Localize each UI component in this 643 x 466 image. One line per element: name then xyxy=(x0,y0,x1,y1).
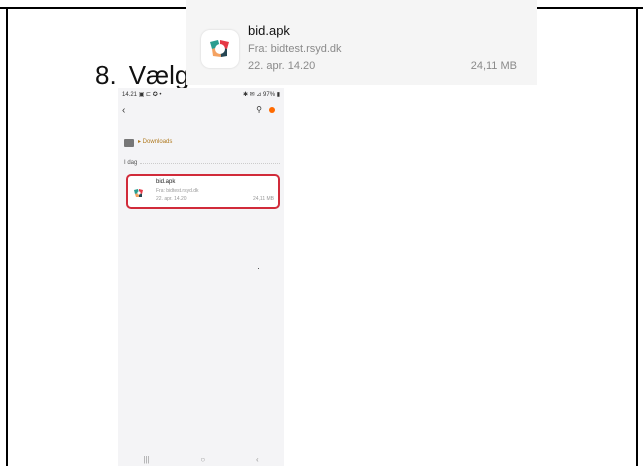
back-arrow-icon[interactable]: ‹ xyxy=(122,105,125,116)
breadcrumb[interactable]: ▸ Downloads xyxy=(138,138,172,145)
step-number: 8. xyxy=(95,60,117,90)
apk-icon xyxy=(133,186,145,198)
item-date: 22. apr. 14.20 xyxy=(156,196,187,202)
android-nav-bar: ||| ○ ‹ xyxy=(118,452,284,466)
home-button[interactable]: ○ xyxy=(200,455,205,464)
stray-dot xyxy=(258,268,259,269)
item-name: bid.apk xyxy=(156,179,176,185)
item-size: 24,11 MB xyxy=(252,196,274,202)
status-bar-right: ✱ ✉ ⊿ 97% ▮ xyxy=(242,92,280,98)
back-button[interactable]: ‹ xyxy=(256,455,259,464)
table-border-left xyxy=(6,7,8,466)
notification-size: 24,11 MB xyxy=(470,60,517,72)
section-divider xyxy=(140,163,280,164)
table-border-right xyxy=(636,7,638,466)
home-folder-icon[interactable] xyxy=(124,139,134,147)
status-bar-left: 14.21 ▣ ⊏ ✪ • xyxy=(122,91,162,98)
search-icon[interactable]: ⚲ xyxy=(256,105,262,114)
download-item-highlighted[interactable]: bid.apk Fra: bidtest.rsyd.dk 22. apr. 14… xyxy=(126,174,280,209)
notification-source: Fra: bidtest.rsyd.dk xyxy=(248,43,342,55)
notification-file-name: bid.apk xyxy=(248,23,290,38)
notification-date: 22. apr. 14.20 xyxy=(248,60,316,72)
item-source: Fra: bidtest.rsyd.dk xyxy=(156,188,199,194)
recent-apps-button[interactable]: ||| xyxy=(143,455,149,464)
notification-badge-icon xyxy=(269,107,275,113)
status-time: 14.21 xyxy=(122,92,138,98)
app-icon xyxy=(201,30,239,68)
phone-screenshot: 14.21 ▣ ⊏ ✪ • ✱ ✉ ⊿ 97% ▮ ‹ ⚲ ▸ Download… xyxy=(118,88,284,466)
section-label: I dag xyxy=(124,160,138,166)
step-text: Vælg xyxy=(128,60,190,90)
download-notification[interactable]: bid.apk Fra: bidtest.rsyd.dk 22. apr. 14… xyxy=(186,0,537,85)
step-label: 8. Vælg xyxy=(95,60,189,91)
status-icons: ▣ ⊏ ✪ • xyxy=(138,92,162,98)
